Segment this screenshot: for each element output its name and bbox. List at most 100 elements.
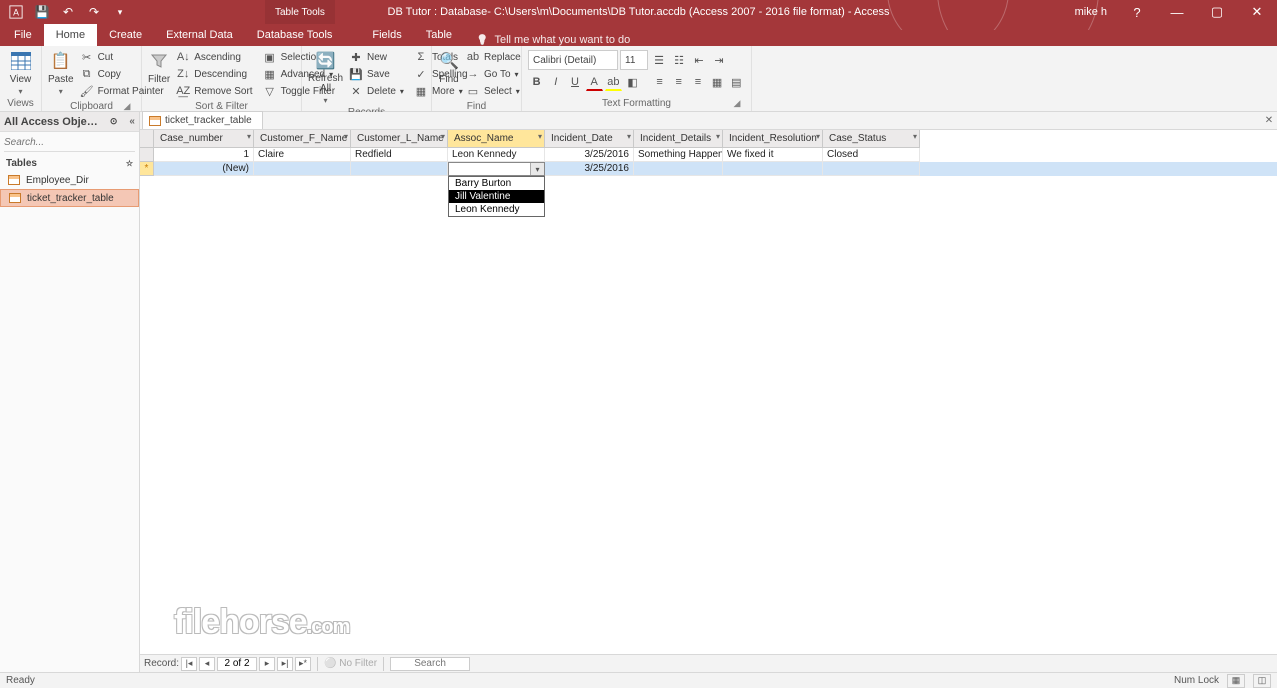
dropdown-item[interactable]: Leon Kennedy [449,203,544,216]
numbering-icon[interactable]: ☷ [670,51,688,69]
row-selector-new[interactable]: * [140,162,154,176]
dropdown-item[interactable]: Barry Burton [449,177,544,190]
tab-database-tools[interactable]: Database Tools [245,24,345,46]
cell[interactable]: Leon Kennedy [448,148,545,162]
tab-external-data[interactable]: External Data [154,24,245,46]
view-button[interactable]: View ▾ [6,48,35,96]
nav-pane-header[interactable]: All Access Obje… ⊙ « [0,112,139,132]
font-color-button[interactable]: A [586,73,603,91]
gridlines-icon[interactable]: ▦ [709,73,726,91]
chevron-down-icon[interactable]: ▾ [816,132,820,141]
cell[interactable] [634,162,723,176]
cell[interactable]: Closed [823,148,920,162]
cell[interactable]: Something Happene [634,148,723,162]
record-search-input[interactable] [390,657,470,671]
nav-collapse-icon[interactable]: « [129,116,135,127]
new-record-button[interactable]: ✚New [345,49,408,65]
data-row[interactable]: 1 Claire Redfield Leon Kennedy 3/25/2016… [140,148,1277,162]
close-button[interactable]: ✕ [1237,0,1277,24]
refresh-all-button[interactable]: 🔄 Refresh All ▾ [308,48,343,105]
chevron-down-icon[interactable]: ▾ [627,132,631,141]
dropdown-item[interactable]: Jill Valentine [449,190,544,203]
cell[interactable]: Redfield [351,148,448,162]
minimize-button[interactable]: — [1157,0,1197,24]
tell-me-search[interactable]: Tell me what you want to do [476,34,630,46]
chevron-down-icon[interactable]: ▾ [913,132,917,141]
last-record-button[interactable]: ▸| [277,657,293,671]
align-right-icon[interactable]: ≡ [689,73,706,91]
col-incident-details[interactable]: Incident_Details▾ [634,130,723,148]
assoc-dropdown-list[interactable]: Barry Burton Jill Valentine Leon Kennedy [448,176,545,217]
col-assoc-name[interactable]: Assoc_Name▾ [448,130,545,148]
filter-button[interactable]: Filter [148,48,170,85]
save-record-button[interactable]: 💾Save [345,66,408,82]
replace-button[interactable]: abReplace [462,49,525,65]
col-incident-resolution[interactable]: Incident_Resolution▾ [723,130,823,148]
chevron-down-icon[interactable]: ▾ [716,132,720,141]
signed-in-user[interactable]: mike h [1065,6,1117,18]
assoc-combo-cell[interactable]: ▾ [448,162,545,176]
alt-row-color-icon[interactable]: ▤ [728,73,745,91]
remove-sort-button[interactable]: A͟ZRemove Sort [172,83,256,99]
fill-color-button[interactable]: ◧ [624,73,641,91]
nav-section-tables[interactable]: Tables☆ [0,154,139,171]
indent-left-icon[interactable]: ⇤ [690,51,708,69]
undo-qat-icon[interactable]: ↶ [56,1,80,23]
col-incident-date[interactable]: Incident_Date▾ [545,130,634,148]
col-case-number[interactable]: Case_number▾ [154,130,254,148]
new-record-row[interactable]: * (New) ▾ 3/25/2016 [140,162,1277,176]
chevron-down-icon[interactable]: ▾ [247,132,251,141]
descending-button[interactable]: Z↓Descending [172,66,256,82]
align-left-icon[interactable]: ≡ [651,73,668,91]
nav-item-ticket-tracker[interactable]: ticket_tracker_table [0,189,139,207]
chevron-down-icon[interactable]: ▾ [441,132,445,141]
italic-button[interactable]: I [547,73,564,91]
select-button[interactable]: ▭Select▾ [462,83,525,99]
select-all-cell[interactable] [140,130,154,148]
filter-indicator[interactable]: ⚪ No Filter [324,658,377,669]
qat-customize-icon[interactable]: ▾ [108,1,132,23]
nav-search-input[interactable] [4,134,135,152]
cell[interactable] [254,162,351,176]
maximize-button[interactable]: ▢ [1197,0,1237,24]
paste-button[interactable]: 📋 Paste ▾ [48,48,74,96]
first-record-button[interactable]: |◂ [181,657,197,671]
new-record-nav-button[interactable]: ▸* [295,657,311,671]
col-case-status[interactable]: Case_Status▾ [823,130,920,148]
dialog-launcher-icon[interactable]: ◢ [121,101,133,113]
cell[interactable] [351,162,448,176]
cell[interactable] [723,162,823,176]
redo-qat-icon[interactable]: ↷ [82,1,106,23]
nav-search-icon[interactable]: ⊙ [110,116,118,127]
access-app-icon[interactable]: A [4,1,28,23]
bullets-icon[interactable]: ☰ [650,51,668,69]
cell[interactable]: (New) [154,162,254,176]
cell[interactable]: Claire [254,148,351,162]
tab-table[interactable]: Table [414,24,464,46]
prev-record-button[interactable]: ◂ [199,657,215,671]
bold-button[interactable]: B [528,73,545,91]
tab-file[interactable]: File [2,24,44,46]
help-button[interactable]: ? [1117,0,1157,24]
find-button[interactable]: 🔍 Find [438,48,460,85]
chevron-down-icon[interactable]: ▾ [344,132,348,141]
goto-button[interactable]: →Go To▾ [462,66,525,82]
cell[interactable]: 1 [154,148,254,162]
dialog-launcher-icon[interactable]: ◢ [731,98,743,110]
align-center-icon[interactable]: ≡ [670,73,687,91]
tab-create[interactable]: Create [97,24,154,46]
close-document-button[interactable]: ✕ [1263,114,1275,126]
underline-button[interactable]: U [566,73,583,91]
font-size-select[interactable]: 11 [620,50,648,70]
font-family-select[interactable]: Calibri (Detail) [528,50,618,70]
document-tab[interactable]: ticket_tracker_table [142,111,263,129]
ascending-button[interactable]: A↓Ascending [172,49,256,65]
chevron-down-icon[interactable]: ▾ [538,132,542,141]
nav-item-employee-dir[interactable]: Employee_Dir [0,171,139,189]
design-view-button[interactable]: ◫ [1253,674,1271,688]
datasheet-view-button[interactable]: ▦ [1227,674,1245,688]
cell[interactable]: 3/25/2016 [545,148,634,162]
indent-right-icon[interactable]: ⇥ [710,51,728,69]
col-customer-f-name[interactable]: Customer_F_Name▾ [254,130,351,148]
tab-fields[interactable]: Fields [360,24,413,46]
